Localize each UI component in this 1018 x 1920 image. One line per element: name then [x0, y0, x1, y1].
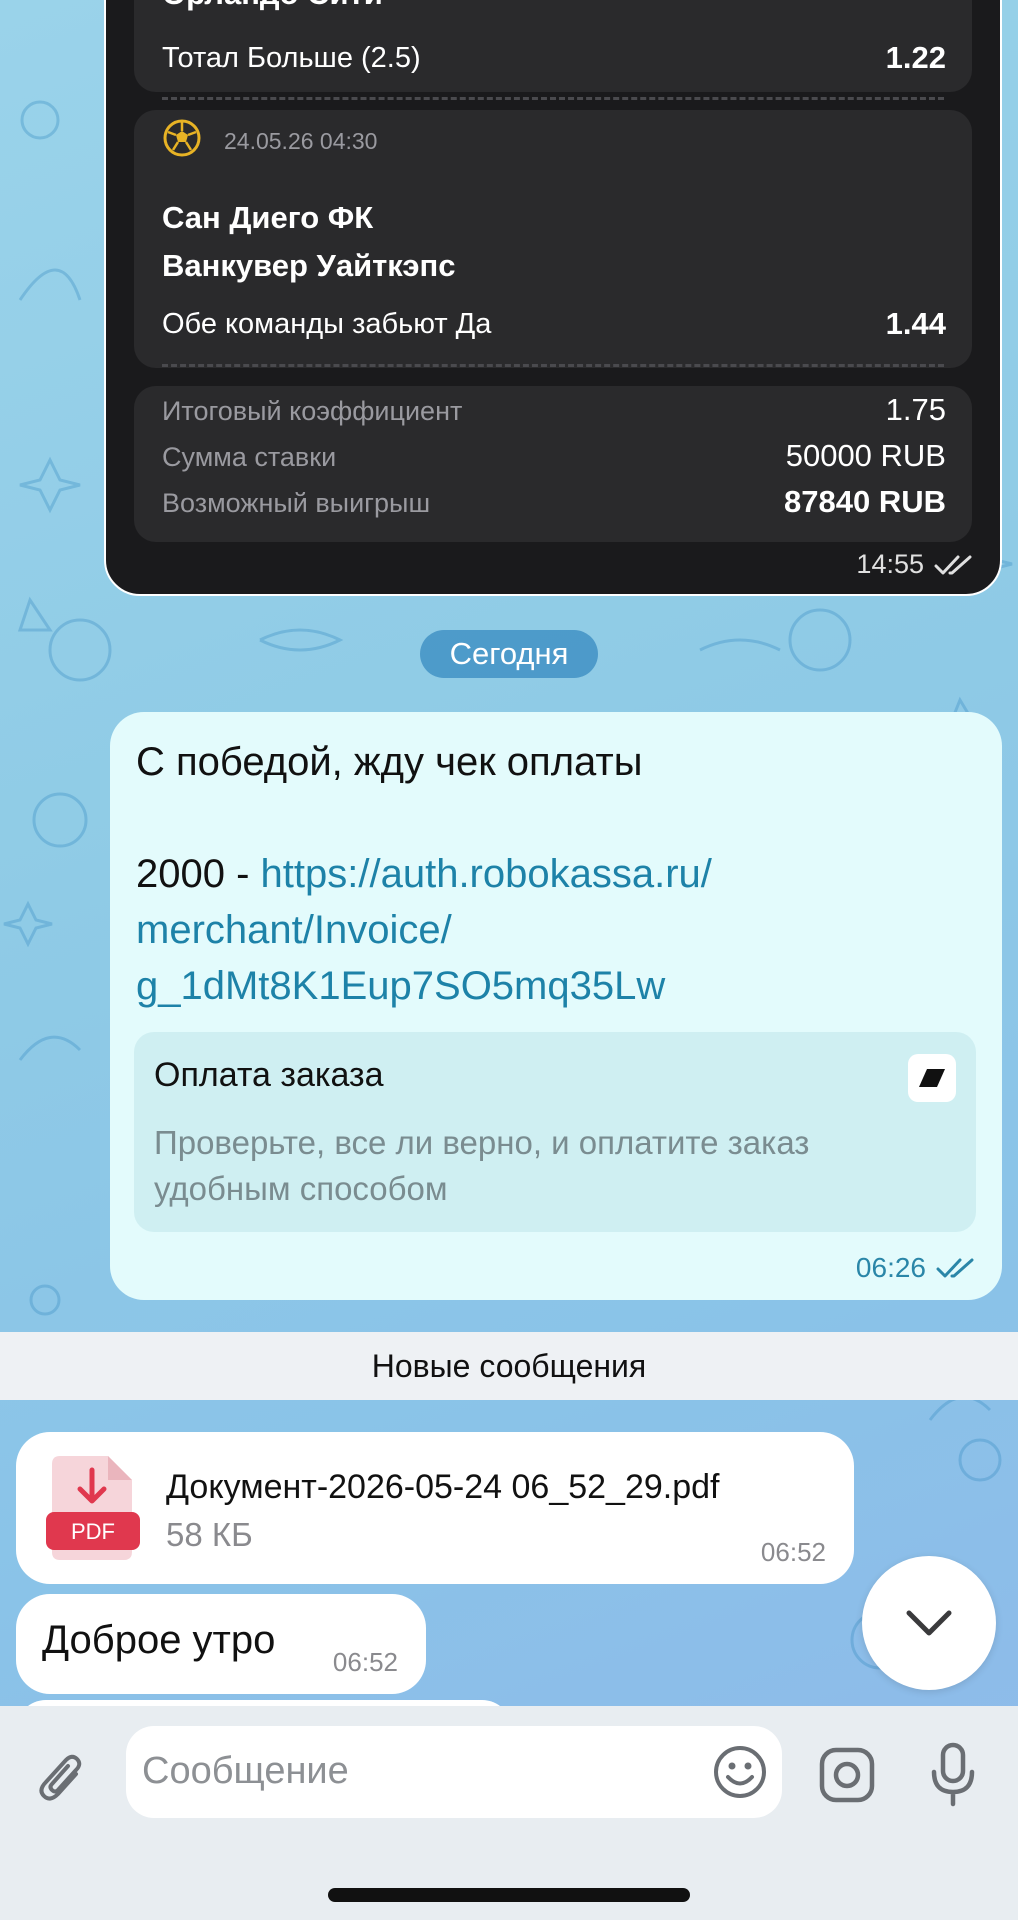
bet-slip-message[interactable]: Орландо Сити Тотал Больше (2.5) 1.22 24.… [104, 0, 1002, 596]
message-time: 06:52 [760, 1537, 826, 1567]
scroll-to-bottom-button[interactable] [862, 1556, 996, 1690]
message-time: 06:26 [855, 1252, 926, 1283]
message-time: 14:55 [856, 549, 924, 579]
total-odds-value: 1.75 [885, 392, 946, 427]
double-check-icon [936, 1258, 974, 1278]
bet-slip-team: Ванкувер Уайткэпс [162, 248, 456, 283]
bet-slip-team: Орландо Сити [162, 0, 383, 12]
message-text: С победой, жду чек оплаты [136, 740, 643, 784]
bet-slip-market: Тотал Больше (2.5) [162, 42, 421, 74]
message-input[interactable]: Сообщение [126, 1726, 782, 1818]
camera-icon[interactable] [818, 1746, 876, 1804]
incoming-text-message[interactable]: Доброе утро 06:52 [16, 1594, 426, 1694]
paperclip-icon[interactable] [36, 1748, 88, 1808]
bet-slip-odd: 1.44 [885, 306, 946, 341]
payment-amount: 2000 - [136, 852, 261, 896]
message-timestamp: 06:26 [856, 1252, 976, 1284]
stake-value: 50000 RUB [785, 438, 946, 473]
payout-value: 87840 RUB [784, 484, 946, 519]
message-text: Доброе утро [42, 1618, 276, 1662]
stake-label: Сумма ставки [162, 442, 337, 472]
file-name: Документ-2026-05-24 06_52_29.pdf [166, 1468, 720, 1506]
football-icon [163, 119, 201, 157]
chevron-down-icon [906, 1610, 952, 1636]
date-divider: Сегодня [420, 630, 598, 678]
message-time: 06:52 [332, 1647, 398, 1677]
message-input-bar: Сообщение [0, 1706, 1018, 1920]
message-input-placeholder: Сообщение [142, 1750, 349, 1792]
bet-slip-datetime: 24.05.26 04:30 [224, 128, 378, 154]
bet-slip-divider [162, 97, 944, 100]
invoice-link[interactable]: merchant/Invoice/ [136, 902, 452, 958]
message-link-line: 2000 - https://auth.robokassa.ru/ [136, 846, 712, 902]
bet-slip-team: Сан Диего ФК [162, 200, 374, 235]
double-check-icon [934, 555, 972, 574]
emoji-icon[interactable] [712, 1744, 768, 1800]
outgoing-message[interactable]: С победой, жду чек оплаты 2000 - https:/… [110, 712, 1002, 1300]
message-timestamp: 14:55 [856, 549, 974, 580]
bet-slip-market: Обе команды забьют Да [162, 308, 492, 340]
bet-slip-odd: 1.22 [885, 40, 946, 75]
pdf-file-icon[interactable]: PDF [46, 1456, 142, 1560]
total-odds-label: Итоговый коэффициент [162, 396, 463, 426]
file-size: 58 КБ [166, 1516, 253, 1553]
bet-slip-divider [162, 364, 944, 367]
incoming-file-message[interactable]: PDF Документ-2026-05-24 06_52_29.pdf 58 … [16, 1432, 854, 1584]
robokassa-logo-icon [908, 1054, 956, 1102]
payout-label: Возможный выигрыш [162, 488, 431, 518]
new-messages-divider: Новые сообщения [0, 1332, 1018, 1400]
link-preview-description: Проверьте, все ли верно, и оплатите зака… [154, 1124, 810, 1207]
home-indicator [328, 1888, 690, 1902]
link-preview[interactable]: Оплата заказа Проверьте, все ли верно, и… [134, 1032, 976, 1232]
pdf-type-label: PDF [71, 1519, 115, 1544]
microphone-icon[interactable] [928, 1742, 978, 1808]
invoice-link[interactable]: g_1dMt8K1Eup7SO5mq35Lw [136, 958, 665, 1014]
link-preview-title: Оплата заказа [154, 1056, 384, 1094]
invoice-link[interactable]: https://auth.robokassa.ru/ [261, 852, 712, 896]
